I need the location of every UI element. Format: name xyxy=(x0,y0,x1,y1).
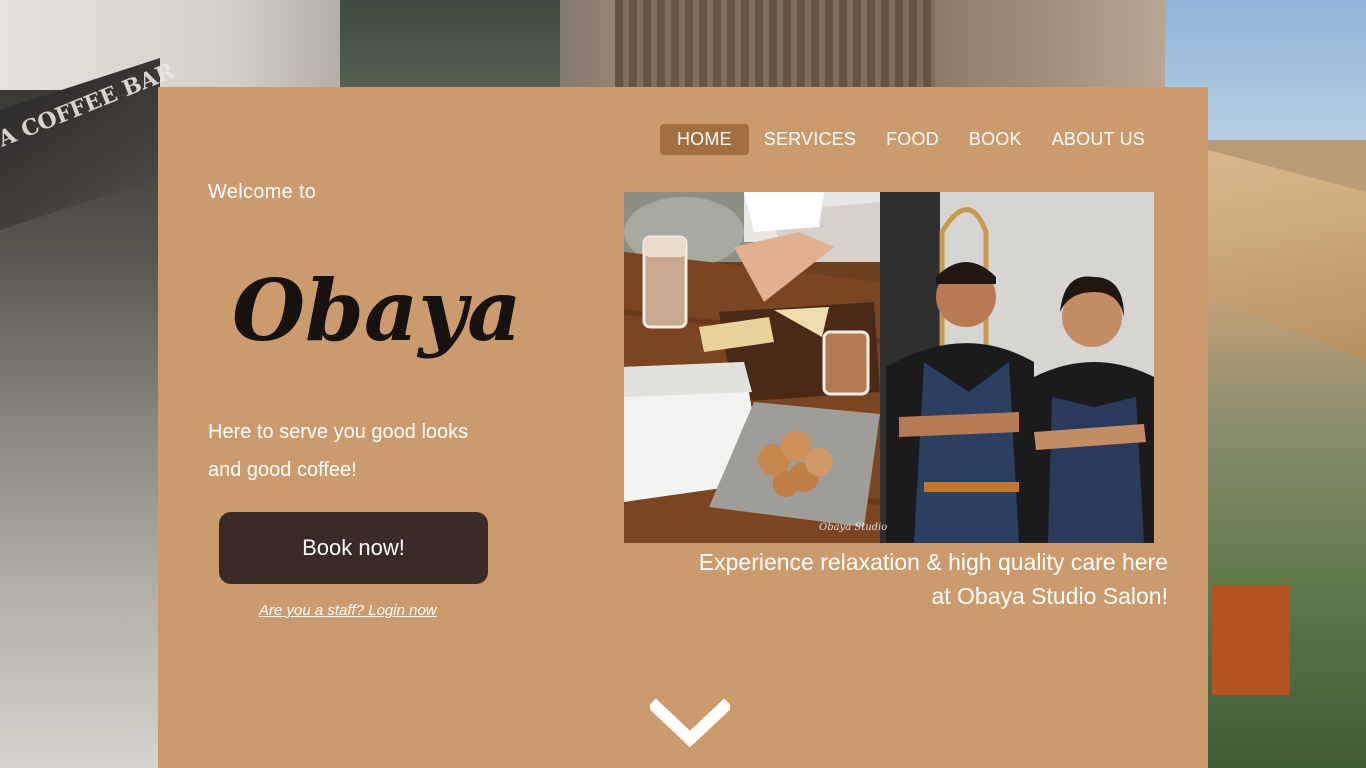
background-wood-slats xyxy=(615,0,935,90)
welcome-text: Welcome to xyxy=(208,181,317,203)
hero-panel: HOME SERVICES FOOD BOOK ABOUT US Welcome… xyxy=(158,87,1208,768)
hero-photo-illustration: Obaya Studio xyxy=(624,192,1154,543)
background-window xyxy=(340,0,560,88)
caption-line-2: at Obaya Studio Salon! xyxy=(931,583,1168,609)
svg-text:Obaya Studio: Obaya Studio xyxy=(819,522,887,533)
tagline-line-1: Here to serve you good looks xyxy=(208,421,469,443)
caption-line-1: Experience relaxation & high quality car… xyxy=(698,549,1168,575)
main-nav: HOME SERVICES FOOD BOOK ABOUT US xyxy=(659,124,1160,155)
nav-book[interactable]: BOOK xyxy=(954,124,1037,155)
book-now-button[interactable]: Book now! xyxy=(219,512,488,584)
nav-home[interactable]: HOME xyxy=(659,124,749,155)
hero-photo: Obaya Studio xyxy=(624,192,1154,543)
staff-login-link[interactable]: Are you a staff? Login now xyxy=(259,602,437,619)
nav-about-us[interactable]: ABOUT US xyxy=(1037,124,1160,155)
nav-services[interactable]: SERVICES xyxy=(749,124,871,155)
tagline-line-2: and good coffee! xyxy=(208,459,357,481)
tagline: Here to serve you good looks and good co… xyxy=(208,413,538,489)
background-door xyxy=(1212,585,1290,695)
chevron-down-icon[interactable] xyxy=(650,699,730,751)
hero-caption: Experience relaxation & high quality car… xyxy=(608,545,1168,613)
nav-food[interactable]: FOOD xyxy=(871,124,954,155)
logo-text: Obaya xyxy=(232,261,522,360)
obaya-logo: Obaya xyxy=(232,261,522,360)
